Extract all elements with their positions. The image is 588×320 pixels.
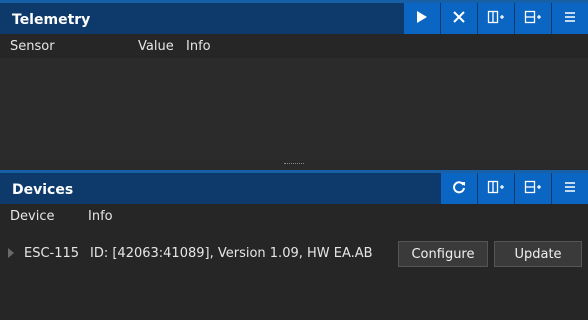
column-device[interactable]: Device [10,209,54,224]
devices-titlebar: Devices [0,170,588,204]
update-button[interactable]: Update [494,241,582,267]
table-row[interactable]: ESC-115 ID: [42063:41089], Version 1.09,… [0,240,588,267]
add-column-button[interactable] [477,170,514,204]
telemetry-title: Telemetry [12,12,91,28]
column-sensor[interactable]: Sensor [10,39,55,54]
telemetry-panel: Telemetry Sensor Value Info [0,0,588,160]
splitter-grip[interactable] [284,163,304,167]
close-icon [453,11,465,23]
titlebar-accent-line [0,0,588,3]
add-row-icon [524,180,541,194]
add-column-icon [487,10,504,24]
play-button[interactable] [403,0,440,34]
telemetry-table-body [0,58,588,160]
play-icon [417,11,427,23]
devices-table-body: ESC-115 ID: [42063:41089], Version 1.09,… [0,228,588,320]
menu-button[interactable] [551,170,588,204]
device-info: ID: [42063:41089], Version 1.09, HW EA.A… [90,245,373,261]
menu-button[interactable] [551,0,588,34]
telemetry-toolbar [403,0,588,34]
devices-title: Devices [12,182,74,198]
configure-button[interactable]: Configure [398,241,488,267]
refresh-icon [453,181,465,194]
column-info[interactable]: Info [186,39,211,54]
add-row-icon [524,10,541,24]
telemetry-header-row: Sensor Value Info [0,34,588,58]
add-column-button[interactable] [477,0,514,34]
telemetry-titlebar: Telemetry [0,0,588,34]
add-row-button[interactable] [514,170,551,204]
add-column-icon [487,180,504,194]
devices-panel: Devices Device Info ESC-115 ID: [42063:4… [0,170,588,320]
menu-icon [565,12,575,22]
column-value[interactable]: Value [138,39,174,54]
device-name: ESC-115 [24,245,80,261]
menu-icon [565,182,575,192]
close-button[interactable] [440,0,477,34]
panel-splitter[interactable] [0,160,588,170]
devices-toolbar [440,170,588,204]
column-info[interactable]: Info [88,209,113,224]
devices-header-row: Device Info [0,204,588,228]
expand-arrow-icon[interactable] [8,248,14,258]
refresh-button[interactable] [440,170,477,204]
add-row-button[interactable] [514,0,551,34]
titlebar-accent-line [0,170,588,173]
